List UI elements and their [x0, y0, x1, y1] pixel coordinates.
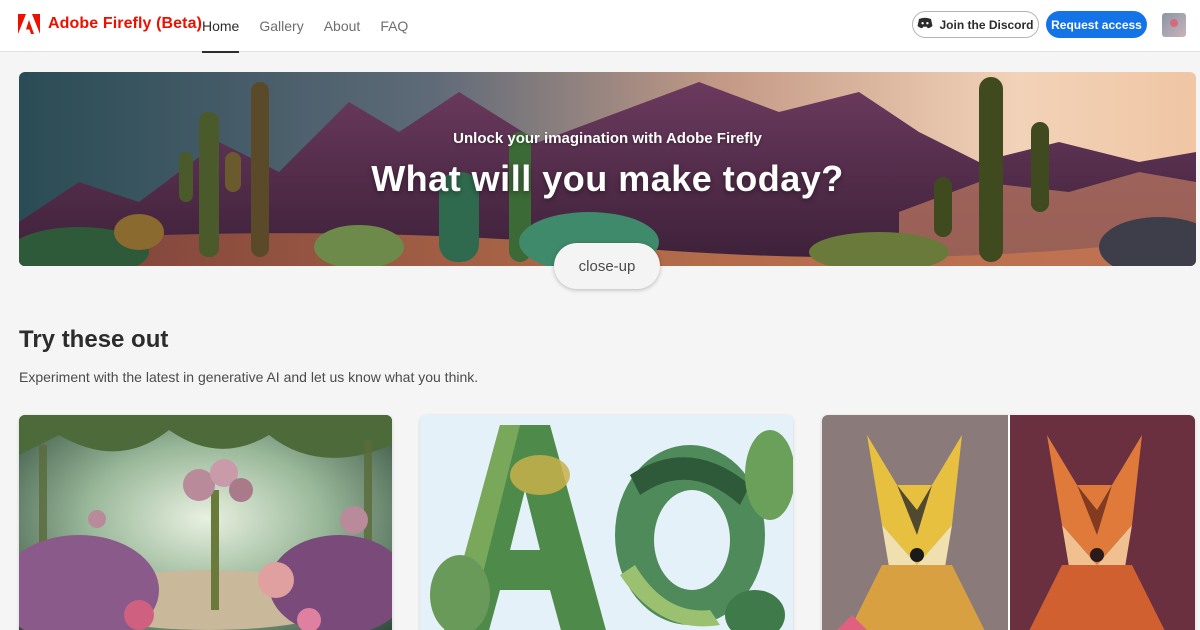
- discord-icon: [917, 17, 933, 32]
- leafy-letters-image: [420, 415, 793, 630]
- join-discord-label: Join the Discord: [939, 17, 1034, 32]
- main-nav: Home Gallery About FAQ: [202, 0, 408, 53]
- feature-card-recolor[interactable]: [822, 415, 1195, 630]
- fantasy-garden-image: [19, 415, 392, 630]
- tab-about[interactable]: About: [324, 0, 361, 52]
- hero-banner: Unlock your imagination with Adobe Firef…: [19, 72, 1196, 266]
- brand[interactable]: Adobe Firefly (Beta): [18, 14, 202, 34]
- tab-faq[interactable]: FAQ: [380, 0, 408, 52]
- geometric-dogs-image: [822, 415, 1195, 630]
- tab-gallery[interactable]: Gallery: [259, 0, 303, 52]
- feature-card-text-to-image[interactable]: [19, 415, 392, 630]
- request-access-button[interactable]: Request access: [1046, 11, 1147, 38]
- hero-title: What will you make today?: [371, 158, 844, 199]
- feature-card-text-effects[interactable]: [420, 415, 793, 630]
- avatar[interactable]: [1162, 13, 1186, 37]
- adobe-logo-icon: [18, 14, 40, 34]
- join-discord-button[interactable]: Join the Discord: [912, 11, 1039, 38]
- section-title: Try these out: [19, 326, 169, 353]
- prompt-chip[interactable]: close-up: [554, 243, 660, 289]
- top-navigation-bar: Adobe Firefly (Beta) Home Gallery About …: [0, 0, 1200, 53]
- tab-home[interactable]: Home: [202, 0, 240, 53]
- hero-subtitle: Unlock your imagination with Adobe Firef…: [453, 130, 762, 147]
- section-description: Experiment with the latest in generative…: [19, 369, 479, 385]
- brand-name: Adobe Firefly (Beta): [48, 15, 203, 32]
